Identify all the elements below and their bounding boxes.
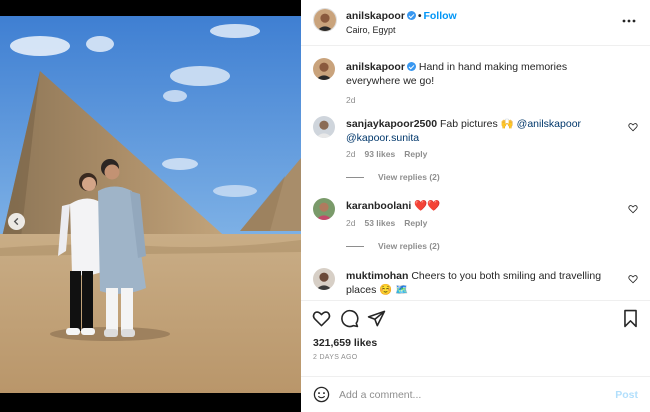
comment-body: ❤️❤️ bbox=[414, 200, 441, 212]
chevron-left-icon bbox=[13, 217, 19, 226]
comment-like-heart-icon[interactable] bbox=[628, 122, 638, 132]
reply-button[interactable]: Reply bbox=[404, 149, 427, 159]
comment-age: 2d bbox=[346, 149, 356, 159]
view-replies-button[interactable]: View replies (2) bbox=[346, 172, 440, 182]
author-avatar[interactable] bbox=[313, 58, 335, 80]
comment-username[interactable]: muktimohan bbox=[346, 270, 408, 282]
comment-likes-link[interactable]: 93 likes bbox=[364, 149, 395, 159]
author-avatar[interactable] bbox=[313, 8, 337, 32]
likes-count[interactable]: 321,659 likes bbox=[313, 337, 377, 349]
post-comment-button[interactable]: Post bbox=[615, 389, 638, 401]
instagram-post-modal: anilskapoor • Follow Cairo, Egypt anilskap… bbox=[0, 0, 650, 412]
pyramids-couple-image bbox=[0, 16, 301, 393]
comment-text: muktimohan Cheers to you both smiling an… bbox=[346, 269, 622, 297]
comment-body: Fab pictures 🙌 bbox=[439, 118, 517, 130]
verified-badge-icon bbox=[406, 62, 416, 71]
post-header: anilskapoor • Follow Cairo, Egypt bbox=[301, 0, 650, 46]
comment-input[interactable] bbox=[339, 386, 599, 404]
more-options-icon[interactable] bbox=[622, 14, 636, 28]
post-side-panel: anilskapoor • Follow Cairo, Egypt anilskap… bbox=[301, 0, 650, 412]
comment-meta: 2d 93 likes Reply bbox=[346, 149, 436, 159]
follow-button[interactable]: Follow bbox=[423, 10, 456, 22]
commenter-avatar[interactable] bbox=[313, 116, 335, 138]
reply-button[interactable]: Reply bbox=[404, 218, 427, 228]
commenter-avatar[interactable] bbox=[313, 268, 335, 290]
mention-link[interactable]: @kapoor.sunita bbox=[346, 132, 419, 144]
bookmark-icon[interactable] bbox=[621, 309, 640, 328]
mention-link[interactable]: @anilskapoor bbox=[517, 118, 581, 130]
comments-list[interactable]: anilskapoor Hand in hand making memories… bbox=[301, 47, 650, 297]
post-timestamp: 2 DAYS AGO bbox=[313, 354, 358, 361]
carousel-previous-button[interactable] bbox=[8, 213, 25, 230]
share-icon[interactable] bbox=[367, 309, 386, 328]
separator-dot: • bbox=[417, 11, 422, 22]
caption-age: 2d bbox=[346, 95, 356, 105]
comment-like-heart-icon[interactable] bbox=[628, 204, 638, 214]
view-replies-button[interactable]: View replies (2) bbox=[346, 241, 440, 251]
post-photo[interactable] bbox=[0, 16, 301, 393]
comment-text: sanjaykapoor2500 Fab pictures 🙌 @anilska… bbox=[346, 117, 622, 145]
comment-username[interactable]: karanboolani bbox=[346, 200, 411, 212]
comment-username[interactable]: sanjaykapoor2500 bbox=[346, 118, 437, 130]
comment-like-heart-icon[interactable] bbox=[628, 274, 638, 284]
comment-icon[interactable] bbox=[340, 309, 359, 328]
caption-username[interactable]: anilskapoor bbox=[346, 61, 405, 73]
comment-likes-link[interactable]: 53 likes bbox=[364, 218, 395, 228]
add-comment-bar: Post bbox=[301, 376, 650, 412]
author-username[interactable]: anilskapoor bbox=[346, 10, 405, 22]
caption-meta: 2d bbox=[346, 95, 364, 105]
post-actions-bar bbox=[301, 300, 650, 336]
location-link[interactable]: Cairo, Egypt bbox=[346, 25, 396, 35]
heart-icon[interactable] bbox=[312, 309, 331, 328]
comment-meta: 2d 53 likes Reply bbox=[346, 218, 436, 228]
verified-badge-icon bbox=[406, 11, 416, 20]
comment-text: karanboolani ❤️❤️ bbox=[346, 199, 622, 213]
commenter-avatar[interactable] bbox=[313, 198, 335, 220]
caption-text: anilskapoor Hand in hand making memories… bbox=[346, 60, 622, 88]
comment-age: 2d bbox=[346, 218, 356, 228]
emoji-icon[interactable] bbox=[313, 386, 330, 403]
author-row: anilskapoor • Follow bbox=[346, 10, 457, 22]
